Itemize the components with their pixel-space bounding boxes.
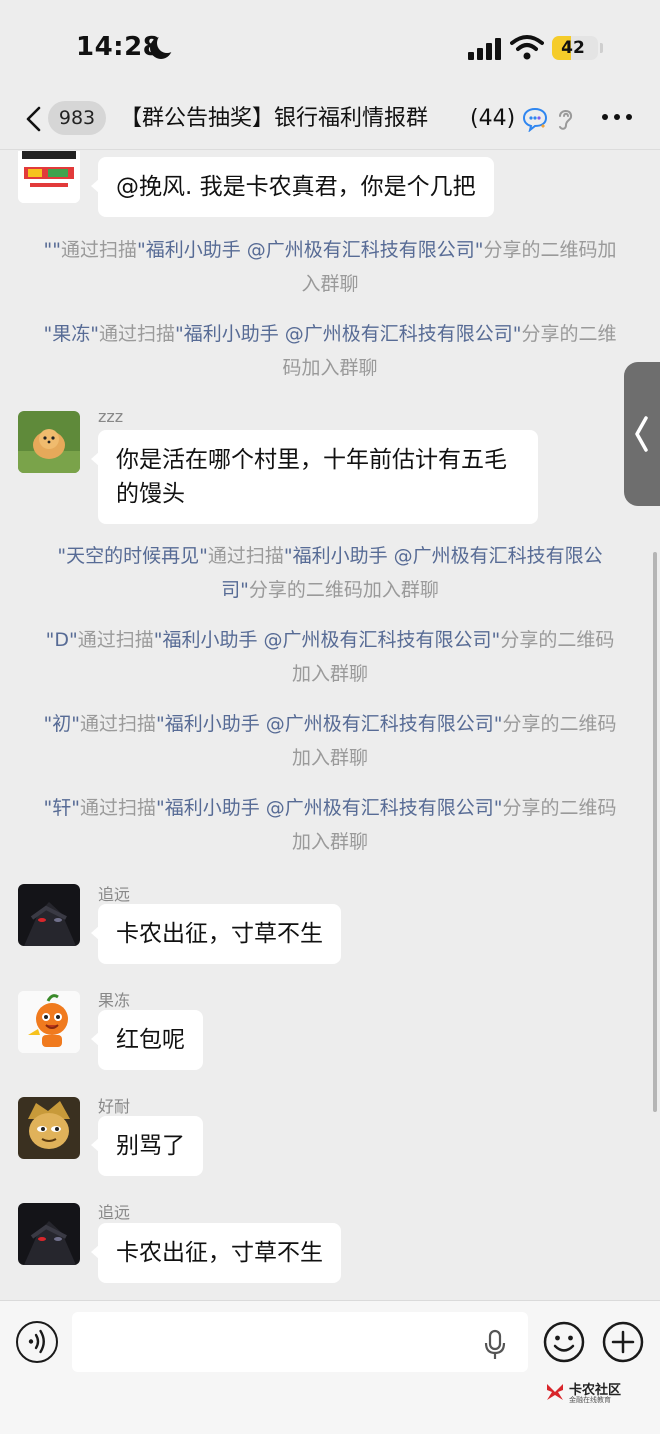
message-bubble[interactable]: 卡农出征，寸草不生 [91,904,341,964]
battery-cap [600,43,603,53]
unread-count-badge[interactable]: 983 [48,101,106,135]
sender-name: 好耐 [98,1097,131,1116]
battery-level: 42 [561,38,585,58]
more-options-icon[interactable] [602,114,632,122]
message-bubble[interactable]: 红包呢 [91,1010,203,1070]
status-bar: 14:28 42 [0,0,660,90]
ear-icon[interactable] [556,106,574,132]
notice-via: 通过扫描 [79,713,156,735]
joined-member-name[interactable]: "轩" [43,797,79,819]
wifi-icon [510,35,544,60]
joined-member-name[interactable]: "天空的时候再见" [57,545,207,567]
dark-anime-avatar[interactable] [18,884,80,946]
input-bar: 卡农社区 金融在线教育 [0,1300,660,1434]
kanong-watermark: 卡农社区 金融在线教育 [544,1379,634,1405]
voice-wave-icon [28,1329,45,1354]
kanong-logo-icon [547,1384,563,1400]
watermark-subtitle: 金融在线教育 [569,1396,611,1404]
message-bubble[interactable]: 卡农出征，寸草不生 [91,1223,341,1283]
inviter-name[interactable]: "福利小助手 @广州极有汇科技有限公司" [156,713,503,735]
dark-anime-avatar[interactable] [18,1203,80,1265]
notice-via: 通过扫描 [98,323,175,345]
inviter-name[interactable]: "福利小助手 @广州极有汇科技有限公司" [175,323,522,345]
joined-member-name[interactable]: "" [43,239,60,261]
system-notice: "天空的时候再见"通过扫描"福利小助手 @广州极有汇科技有限公司"分享的二维码加… [40,539,620,607]
joined-member-name[interactable]: "果冻" [43,323,98,345]
system-notice: "轩"通过扫描"福利小助手 @广州极有汇科技有限公司"分享的二维码加入群聊 [40,791,620,859]
inviter-name[interactable]: "福利小助手 @广州极有汇科技有限公司" [156,797,503,819]
moon-icon [150,33,177,59]
message-list[interactable]: @挽风. 我是卡农真君，你是个几把 ""通过扫描"福利小助手 @广州极有汇科技有… [0,151,660,1299]
joined-member-name[interactable]: "D" [46,629,78,651]
back-chevron-icon[interactable] [24,106,44,132]
sender-name: zzz [98,407,124,426]
add-attachment-icon[interactable] [602,1321,644,1363]
sender-name: 果冻 [98,991,131,1010]
system-notice: "果冻"通过扫描"福利小助手 @广州极有汇科技有限公司"分享的二维码加入群聊 [40,317,620,385]
notice-via: 通过扫描 [60,239,137,261]
message-bubble[interactable]: 别骂了 [91,1116,203,1176]
message-input[interactable] [72,1312,528,1372]
cartoon-face-avatar[interactable] [18,1097,80,1159]
notice-via: 通过扫描 [79,797,156,819]
notice-via: 通过扫描 [77,629,154,651]
chevron-left-icon[interactable] [632,414,650,454]
sender-name: 追远 [98,1203,131,1222]
shop-logo-avatar[interactable] [18,151,80,203]
ai-chat-icon[interactable] [522,106,548,132]
system-notice: "初"通过扫描"福利小助手 @广州极有汇科技有限公司"分享的二维码加入群聊 [40,707,620,775]
emoji-icon[interactable] [543,1321,585,1363]
dog-photo-avatar[interactable] [18,411,80,473]
voice-mode-button[interactable] [16,1321,58,1363]
notice-via: 通过扫描 [207,545,284,567]
system-notice: "D"通过扫描"福利小助手 @广州极有汇科技有限公司"分享的二维码加入群聊 [40,623,620,691]
inviter-name[interactable]: "福利小助手 @广州极有汇科技有限公司" [154,629,501,651]
cellular-signal-icon [468,38,502,60]
cartoon-mascot-avatar[interactable] [18,991,80,1053]
sender-name: 追远 [98,885,131,904]
chat-title[interactable]: 【群公告抽奖】银行福利情报群 [120,100,522,138]
message-bubble[interactable]: @挽风. 我是卡农真君，你是个几把 [91,157,494,217]
notice-suffix: 分享的二维码加入群聊 [248,579,439,601]
joined-member-name[interactable]: "初" [43,713,79,735]
microphone-icon[interactable] [484,1329,506,1361]
inviter-name[interactable]: "福利小助手 @广州极有汇科技有限公司" [137,239,484,261]
message-scrollbar[interactable] [653,552,657,1112]
battery-icon: 42 [552,36,598,60]
message-bubble[interactable]: 你是活在哪个村里，十年前估计有五毛的馒头 [91,430,538,524]
member-count[interactable]: (44) [466,100,516,138]
system-notice: ""通过扫描"福利小助手 @广州极有汇科技有限公司"分享的二维码加入群聊 [40,233,620,301]
status-time: 14:28 [76,32,162,62]
chat-header: 983 【群公告抽奖】银行福利情报群 (44) [0,90,660,150]
